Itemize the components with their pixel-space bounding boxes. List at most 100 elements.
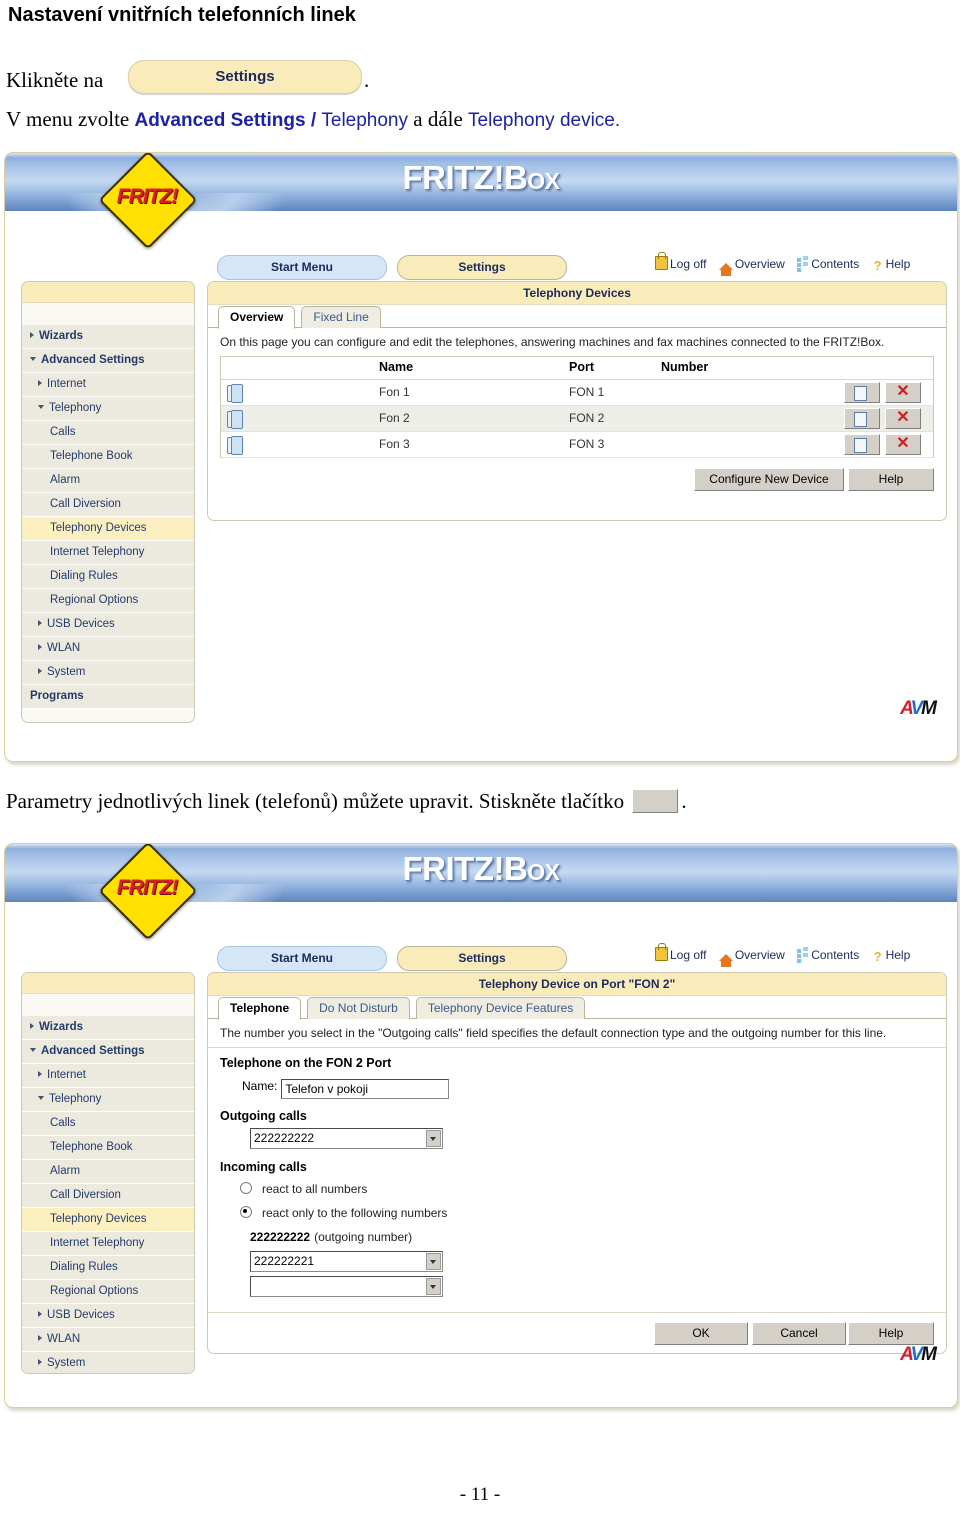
sidebar-item-label: USB Devices [47,1309,115,1321]
sidebar-cap [22,282,194,303]
chevron-down-icon[interactable] [426,1130,441,1147]
tab-fixed-line[interactable]: Fixed Line [301,306,381,328]
help-link[interactable]: ? Help [872,948,911,963]
sidebar-item-dialing-rules[interactable]: Dialing Rules [22,1256,194,1280]
avm-logo: AVM [900,698,937,720]
radio-react-all[interactable] [240,1182,252,1194]
sidebar-item-usb-devices[interactable]: USB Devices [22,1304,194,1328]
panel-title: Telephony Device on Port "FON 2" [208,973,946,996]
sidebar-item-telephony-devices[interactable]: Telephony Devices [22,517,194,541]
edit-icon-button[interactable] [844,382,880,403]
column-header-port: Port [569,360,594,374]
sidebar-item-wlan[interactable]: WLAN [22,637,194,661]
sidebar-item-label: Telephone Book [50,1141,133,1153]
sidebar-item-alarm[interactable]: Alarm [22,469,194,493]
incoming-number-select-1[interactable]: 222222221 [250,1251,443,1272]
sidebar-item-advanced-settings[interactable]: Advanced Settings [22,349,194,373]
fritzbox-screenshot-device-detail: FRITZ!Box FRITZ! Start Menu Settings Log… [4,843,958,1408]
delete-x-icon-button[interactable]: ✕ [885,408,921,429]
delete-x-icon-button[interactable]: ✕ [885,382,921,403]
sidebar-item-system[interactable]: System [22,661,194,685]
cancel-button[interactable]: Cancel [752,1322,846,1345]
log-off-link[interactable]: Log off [655,943,706,962]
sidebar-item-wizards[interactable]: Wizards [22,325,194,349]
sidebar-item-telephone-book[interactable]: Telephone Book [22,1136,194,1160]
sidebar-item-calls[interactable]: Calls [22,421,194,445]
help-button[interactable]: Help [848,468,934,491]
outgoing-calls-value: 222222222 [254,1131,315,1145]
chevron-down-icon[interactable] [426,1253,441,1270]
sidebar-item-telephony[interactable]: Telephony [22,1088,194,1112]
chevron-down-icon[interactable] [426,1278,441,1295]
table-row[interactable]: Fon 3 FON 3 ✕ [221,432,933,458]
tab-do-not-disturb[interactable]: Do Not Disturb [307,997,410,1019]
sidebar-item-telephone-book[interactable]: Telephone Book [22,445,194,469]
tab-overview[interactable]: Overview [218,306,296,329]
contents-link[interactable]: Contents [797,256,859,271]
edit-icon-button[interactable] [844,408,880,429]
chevron-right-icon [38,1335,42,1341]
incoming-number-select-2[interactable] [250,1276,443,1297]
sidebar-item-calls[interactable]: Calls [22,1112,194,1136]
fritzbox-screenshot-overview: FRITZ!Box FRITZ! Start Menu Settings Log… [4,152,958,762]
tab-telephony-device-features[interactable]: Telephony Device Features [415,997,586,1019]
sidebar-item-internet[interactable]: Internet [22,373,194,397]
log-off-link[interactable]: Log off [655,252,707,271]
sidebar-item-label: Alarm [50,1165,81,1177]
contents-link[interactable]: Contents [797,947,860,962]
ok-button[interactable]: OK [654,1322,748,1345]
overview-link[interactable]: Overview [718,948,785,967]
help-button[interactable]: Help [848,1322,934,1345]
contents-label: Contents [811,948,860,962]
table-row[interactable]: Fon 1 FON 1 ✕ [221,380,933,406]
help-label: Help [885,948,911,962]
sidebar-item-call-diversion[interactable]: Call Diversion [22,1184,194,1208]
sidebar-item-label: Wizards [39,1021,83,1033]
chevron-right-icon [38,380,42,386]
sidebar-menu: Wizards Advanced Settings Internet Telephon… [21,281,195,723]
sidebar-item-system[interactable]: System [22,1352,194,1373]
sidebar-item-call-diversion[interactable]: Call Diversion [22,493,194,517]
delete-x-icon-button[interactable]: ✕ [885,434,921,455]
outgoing-calls-label: Outgoing calls [220,1109,307,1123]
sidebar-item-internet-telephony[interactable]: Internet Telephony [22,1232,194,1256]
sidebar-item-alarm[interactable]: Alarm [22,1160,194,1184]
sidebar-item-label: USB Devices [47,618,115,630]
start-menu-button[interactable]: Start Menu [217,255,387,280]
help-link[interactable]: ? Help [872,257,911,272]
sidebar-item-label: Call Diversion [50,498,121,510]
sidebar-item-label: Regional Options [50,1285,139,1297]
configure-new-device-button[interactable]: Configure New Device [694,468,844,491]
radio-react-only[interactable] [240,1206,252,1218]
log-off-label: Log off [670,257,707,271]
overview-link[interactable]: Overview [718,257,785,276]
sidebar-item-usb-devices[interactable]: USB Devices [22,613,194,637]
sidebar-item-wlan[interactable]: WLAN [22,1328,194,1352]
sidebar-item-programs[interactable]: Programs [22,685,194,709]
sidebar-item-label: WLAN [47,1333,81,1345]
sidebar-item-telephony[interactable]: Telephony [22,397,194,421]
name-input[interactable]: Telefon v pokoji [281,1079,450,1099]
sidebar-item-telephony-devices[interactable]: Telephony Devices [22,1208,194,1232]
sidebar-item-regional-options[interactable]: Regional Options [22,589,194,613]
sidebar-item-wizards[interactable]: Wizards [22,1016,194,1040]
chevron-right-icon [38,1071,42,1077]
sidebar-item-internet[interactable]: Internet [22,1064,194,1088]
settings-button[interactable]: Settings [397,946,567,971]
sidebar-item-dialing-rules[interactable]: Dialing Rules [22,565,194,589]
avm-logo-m: M [921,698,937,719]
settings-button[interactable]: Settings [397,255,567,280]
sidebar-item-advanced-settings[interactable]: Advanced Settings [22,1040,194,1064]
outgoing-calls-select[interactable]: 222222222 [250,1128,443,1149]
sidebar-item-internet-telephony[interactable]: Internet Telephony [22,541,194,565]
start-menu-button[interactable]: Start Menu [217,946,387,971]
edit-icon-button[interactable] [844,434,880,455]
sidebar-item-regional-options[interactable]: Regional Options [22,1280,194,1304]
sidebar-menu: Wizards Advanced Settings Internet Telephon… [21,972,195,1374]
chevron-right-icon [38,620,42,626]
table-row[interactable]: Fon 2 FON 2 ✕ [221,406,933,432]
line2-bold: Advanced Settings / [134,110,317,131]
tab-telephone[interactable]: Telephone [218,997,302,1020]
panel-intro-text: On this page you can configure and edit … [220,335,885,349]
telephone-icon [227,436,243,455]
